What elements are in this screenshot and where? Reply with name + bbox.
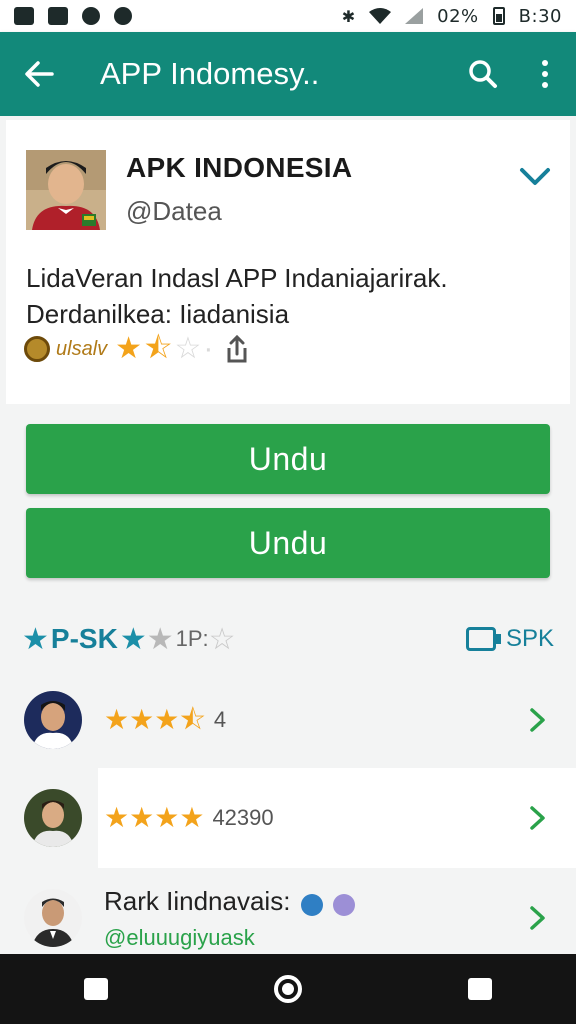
- battery-percent: 02%: [437, 5, 479, 27]
- star-full-icon: ★: [179, 802, 205, 833]
- review-summary-label: P-SK: [50, 623, 118, 654]
- home-circle-icon: [274, 975, 302, 1003]
- star-empty-icon: ☆: [208, 622, 236, 656]
- star-full-icon: ★: [154, 802, 180, 833]
- apk-link-label: SPK: [505, 625, 554, 652]
- review-body: ★ ★ ★ ⯪ 4: [104, 705, 528, 735]
- back-square-icon: [84, 978, 108, 1000]
- star-full-icon: ★: [104, 704, 130, 735]
- content-area: APK INDONESIA @Datea LidaVeran Indasl AP…: [0, 116, 576, 954]
- g-icon: [48, 7, 68, 25]
- download-button[interactable]: Undu: [26, 424, 550, 494]
- bluetooth-icon: ✱: [341, 6, 356, 26]
- battery-card-icon: [465, 627, 501, 651]
- app-bar: APP Indomesy..: [0, 32, 576, 116]
- chevron-right-icon: [530, 806, 545, 830]
- review-value: 4: [213, 707, 227, 732]
- wifi-icon: [369, 8, 392, 24]
- chevron-down-icon[interactable]: [518, 162, 552, 192]
- star-full-icon: ★: [104, 802, 130, 833]
- search-icon: [469, 60, 497, 88]
- star-full-icon: ★: [119, 622, 147, 656]
- clock: B:30: [518, 5, 562, 27]
- app-avatar: [26, 150, 106, 230]
- app-description: LidaVeran Indasl APP Indaniajarirak. Der…: [26, 260, 536, 332]
- review-stars: ★ ★ ★ ⯪: [104, 705, 206, 735]
- apk-link[interactable]: SPK: [465, 625, 554, 653]
- nav-back-button[interactable]: [66, 959, 126, 1019]
- reviewer-name: Rark Iindnavais:: [104, 885, 291, 916]
- app-rating-row: ulsalv ★ ⯪ ☆ ·: [24, 334, 251, 364]
- avatar: [24, 789, 82, 847]
- app-name: APK INDONESIA: [126, 152, 353, 183]
- arrow-left-icon: [25, 61, 54, 87]
- avatar: [24, 691, 82, 749]
- share-icon[interactable]: [223, 334, 251, 364]
- star-full-icon: ★: [129, 704, 155, 735]
- review-stars: ★ ★ ★ ★: [104, 803, 204, 833]
- verified-badge-icon: [300, 894, 323, 917]
- star-half-icon: ⯪: [179, 704, 206, 735]
- star-full-icon: ★: [129, 802, 155, 833]
- review-body: ★ ★ ★ ★ 42390: [104, 803, 528, 833]
- chat-icon: [82, 7, 100, 25]
- reviewer-info: Rark Iindnavais: @eluuugiyuask: [104, 885, 356, 951]
- rating-label: ulsalv: [56, 337, 108, 360]
- battery-icon: [492, 7, 505, 25]
- star-empty-icon: ·: [203, 332, 214, 365]
- review-body: Rark Iindnavais: @eluuugiyuask: [104, 886, 528, 951]
- review-row[interactable]: ★ ★ ★ ⯪ 4: [0, 670, 576, 770]
- clock-badge-icon: [333, 894, 356, 917]
- star-half-icon: ★: [146, 622, 174, 656]
- app-bar-title: APP Indomesy..: [100, 56, 320, 91]
- system-nav-bar: [0, 954, 576, 1024]
- back-button[interactable]: [0, 32, 78, 116]
- nav-recents-button[interactable]: [450, 959, 510, 1019]
- description-line: LidaVeran Indasl APP Indaniajarirak.: [26, 263, 448, 293]
- download-button-secondary[interactable]: Undu: [26, 508, 550, 578]
- chevron-right-icon: [530, 906, 545, 930]
- review-row[interactable]: ★ ★ ★ ★ 42390: [0, 768, 576, 868]
- review-value: 42390: [212, 805, 274, 830]
- app-info-card: APK INDONESIA @Datea LidaVeran Indasl AP…: [6, 120, 570, 404]
- signal-icon: [405, 8, 424, 24]
- search-button[interactable]: [452, 32, 514, 116]
- status-right-icons: ✱ 02% B:30: [342, 6, 562, 27]
- summary-stars: ★ ★: [120, 622, 174, 657]
- description-line: Derdanilkea: Iiadanisia: [26, 299, 290, 329]
- status-left-icons: [14, 7, 132, 25]
- review-summary: ★ P-SK ★ ★ 1P: ☆ SPK: [22, 616, 554, 662]
- review-summary-count: 1P:: [175, 626, 209, 651]
- more-vert-icon: [542, 60, 548, 88]
- developer-handle[interactable]: @Datea: [126, 196, 222, 227]
- reviewer-handle: @eluuugiyuask: [104, 924, 255, 950]
- nav-home-button[interactable]: [258, 959, 318, 1019]
- star-full-icon: ★: [115, 332, 143, 365]
- award-badge-icon: [24, 336, 50, 362]
- star-full-icon: ★: [154, 704, 180, 735]
- avatar: [24, 889, 82, 947]
- recent-square-icon: [468, 978, 492, 1000]
- star-empty-icon: ☆: [174, 332, 202, 365]
- minus-circle-icon: [114, 7, 132, 25]
- more-menu-button[interactable]: [514, 32, 576, 116]
- star-half-icon: ⯪: [144, 332, 173, 365]
- star-full-icon: ★: [22, 622, 49, 656]
- review-row[interactable]: Rark Iindnavais: @eluuugiyuask: [0, 868, 576, 968]
- status-bar: ✱ 02% B:30: [0, 0, 576, 32]
- image-icon: [14, 7, 34, 25]
- chevron-right-icon: [530, 708, 545, 732]
